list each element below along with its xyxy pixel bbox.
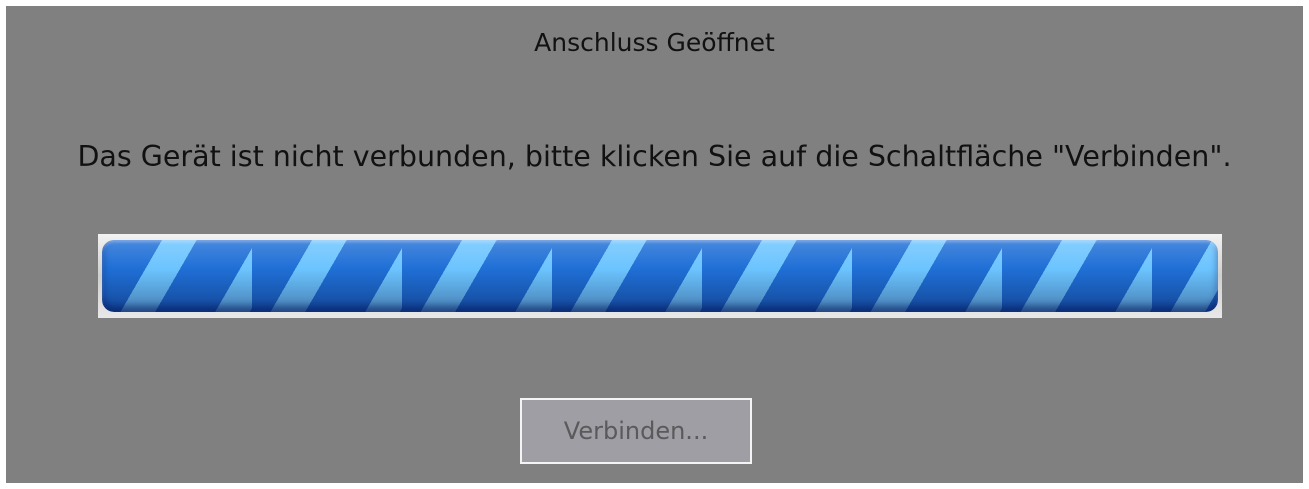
progress-fill bbox=[102, 240, 1218, 312]
connect-button[interactable]: Verbinden... bbox=[520, 398, 752, 464]
connection-message: Das Gerät ist nicht verbunden, bitte kli… bbox=[77, 140, 1232, 173]
connection-dialog: Anschluss Geöffnet Das Gerät ist nicht v… bbox=[6, 6, 1303, 483]
status-title: Anschluss Geöffnet bbox=[534, 28, 775, 57]
progress-track bbox=[102, 240, 1218, 312]
progress-bar bbox=[98, 234, 1222, 318]
